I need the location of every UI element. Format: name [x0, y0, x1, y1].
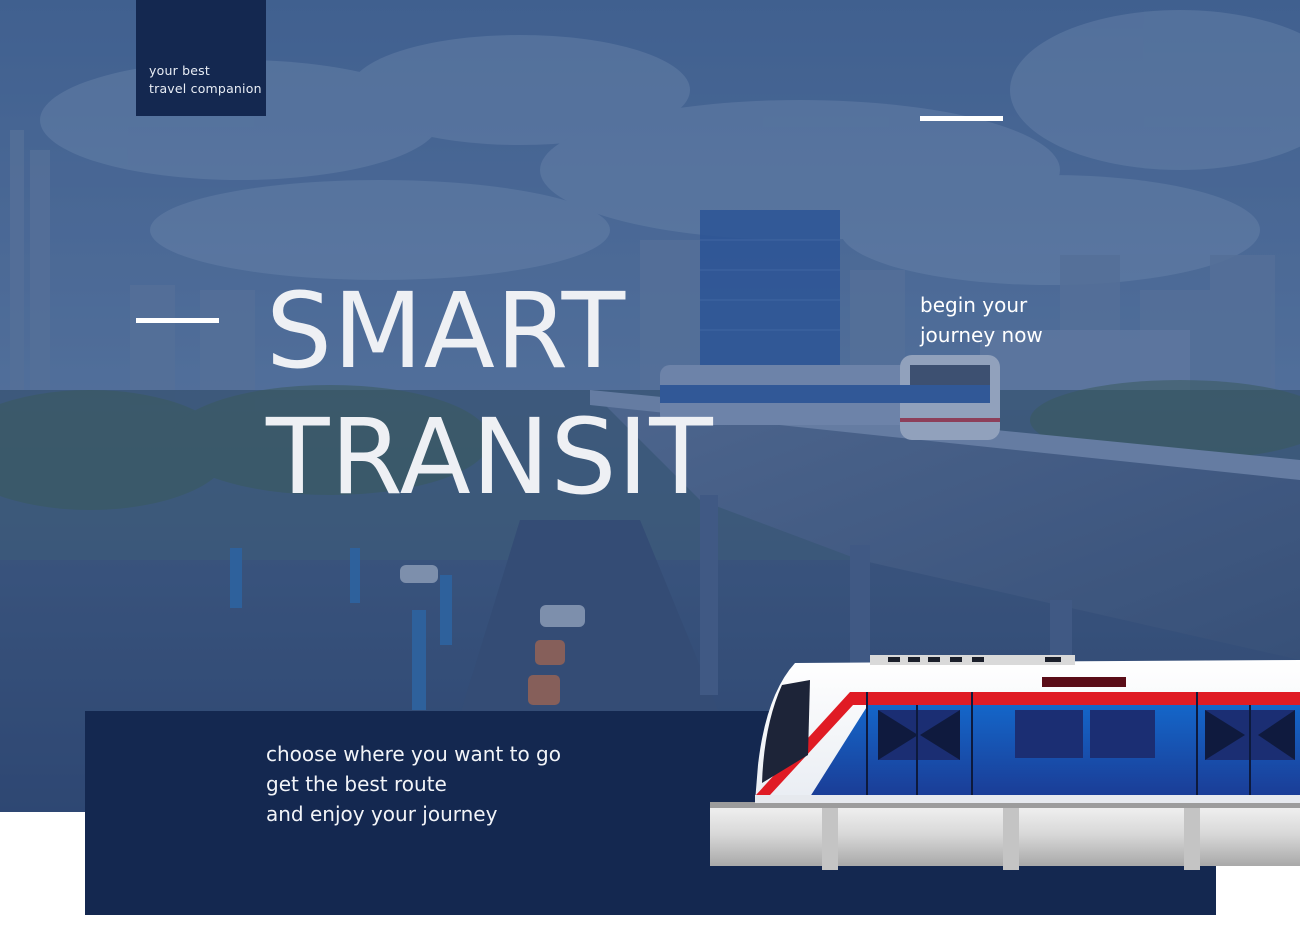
brand-tagline: your best travel companion: [149, 62, 262, 98]
info-line-1: choose where you want to go: [266, 742, 561, 766]
brand-tagline-box: your best travel companion: [136, 0, 266, 116]
landing-page: your best travel companion SMART TRANSIT…: [0, 0, 1300, 950]
cta-line-2: journey now: [920, 323, 1043, 347]
accent-line-left: [136, 318, 219, 323]
skytrain-illustration: [710, 655, 1300, 875]
info-line-2: get the best route: [266, 772, 447, 796]
hero-title: SMART TRANSIT: [266, 268, 714, 520]
hero-title-line-2: TRANSIT: [266, 396, 714, 518]
accent-line-top-right: [920, 116, 1003, 121]
tagline-line-2: travel companion: [149, 81, 262, 96]
cta-line-1: begin your: [920, 293, 1028, 317]
journey-cta[interactable]: begin your journey now: [920, 290, 1043, 350]
tagline-line-1: your best: [149, 63, 210, 78]
hero-title-line-1: SMART: [266, 270, 627, 392]
info-description: choose where you want to go get the best…: [266, 739, 561, 829]
info-line-3: and enjoy your journey: [266, 802, 498, 826]
